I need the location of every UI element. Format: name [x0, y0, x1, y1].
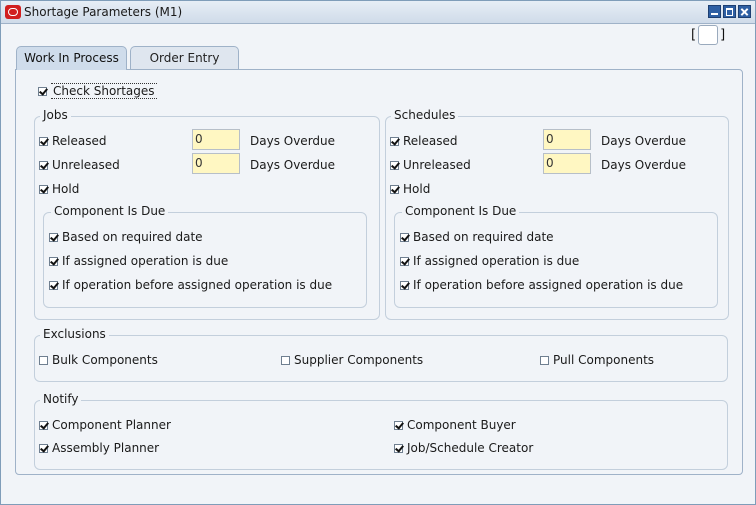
check-shortages-checkbox[interactable]: Check Shortages: [38, 83, 157, 99]
schedules-released-label: Released: [403, 134, 458, 148]
supplier-components-checkbox[interactable]: Supplier Components: [281, 353, 423, 367]
exclusions-group: Exclusions Bulk Components Supplier Comp…: [34, 327, 728, 382]
checkbox-label: Job/Schedule Creator: [407, 441, 534, 455]
checkbox-label: Based on required date: [413, 230, 554, 244]
schedules-hold-checkbox[interactable]: Hold: [390, 182, 430, 196]
checkbox-check-icon: [400, 232, 409, 242]
checkbox-check-icon: [39, 420, 48, 430]
notify-group-title: Notify: [40, 392, 82, 406]
checkbox-label: Assembly Planner: [52, 441, 160, 455]
checkbox-check-icon: [38, 86, 47, 96]
schedules-if-assigned-operation-due-checkbox[interactable]: If assigned operation is due: [400, 254, 579, 268]
schedules-group: Schedules Released 0 Days Overdue Unrele…: [385, 108, 729, 320]
jobs-group: Jobs Released 0 Days Overdue Unreleased …: [34, 108, 380, 320]
checkbox-check-icon: [49, 280, 58, 290]
component-buyer-checkbox[interactable]: Component Buyer: [394, 418, 516, 432]
checkbox-label: Pull Components: [553, 353, 655, 367]
checkbox-icon: [540, 355, 549, 365]
days-overdue-label: Days Overdue: [250, 158, 336, 172]
bracket-right: ]: [720, 27, 726, 43]
job-schedule-creator-checkbox[interactable]: Job/Schedule Creator: [394, 441, 533, 455]
checkbox-label: If assigned operation is due: [413, 254, 580, 268]
checkbox-icon: [39, 355, 48, 365]
checkbox-label: If operation before assigned operation i…: [62, 278, 333, 292]
component-due-title: Component Is Due: [402, 204, 520, 218]
schedules-component-due-group: Component Is Due Based on required date …: [394, 204, 718, 308]
schedules-released-days-input[interactable]: 0: [543, 129, 591, 150]
window-title: Shortage Parameters (M1): [24, 5, 183, 19]
days-overdue-label: Days Overdue: [601, 158, 687, 172]
jobs-released-checkbox[interactable]: Released: [39, 134, 107, 148]
checkbox-label: Bulk Components: [52, 353, 158, 367]
jobs-if-operation-before-due-checkbox[interactable]: If operation before assigned operation i…: [49, 278, 332, 292]
schedules-unreleased-checkbox[interactable]: Unreleased: [390, 158, 471, 172]
oracle-logo-icon: [5, 5, 21, 19]
jobs-component-due-group: Component Is Due Based on required date …: [43, 204, 367, 308]
checkbox-check-icon: [400, 256, 409, 266]
checkbox-label: If operation before assigned operation i…: [413, 278, 684, 292]
schedules-group-title: Schedules: [391, 108, 459, 122]
days-overdue-label: Days Overdue: [601, 134, 687, 148]
tab-work-in-process[interactable]: Work In Process: [16, 46, 127, 70]
checkbox-check-icon: [39, 136, 48, 146]
days-overdue-label: Days Overdue: [250, 134, 336, 148]
schedules-hold-label: Hold: [403, 182, 431, 196]
jobs-unreleased-checkbox[interactable]: Unreleased: [39, 158, 120, 172]
checkbox-label: Based on required date: [62, 230, 203, 244]
component-planner-checkbox[interactable]: Component Planner: [39, 418, 171, 432]
checkbox-check-icon: [390, 160, 399, 170]
check-shortages-label: Check Shortages: [51, 83, 157, 99]
context-input[interactable]: [698, 25, 719, 45]
checkbox-check-icon: [39, 443, 48, 453]
exclusions-group-title: Exclusions: [40, 327, 109, 341]
assembly-planner-checkbox[interactable]: Assembly Planner: [39, 441, 159, 455]
checkbox-check-icon: [49, 232, 58, 242]
checkbox-icon: [281, 355, 290, 365]
maximize-button[interactable]: [723, 5, 736, 18]
checkbox-check-icon: [394, 443, 403, 453]
tab-order-entry[interactable]: Order Entry: [130, 46, 239, 69]
minimize-button[interactable]: [708, 5, 721, 18]
checkbox-label: If assigned operation is due: [62, 254, 229, 268]
schedules-released-checkbox[interactable]: Released: [390, 134, 458, 148]
checkbox-check-icon: [39, 160, 48, 170]
checkbox-check-icon: [390, 136, 399, 146]
title-bar: Shortage Parameters (M1): [1, 1, 755, 24]
schedules-unreleased-label: Unreleased: [403, 158, 471, 172]
jobs-if-assigned-operation-due-checkbox[interactable]: If assigned operation is due: [49, 254, 228, 268]
work-in-process-panel: Check Shortages Jobs Released 0 Days Ove…: [15, 69, 743, 475]
jobs-based-on-required-date-checkbox[interactable]: Based on required date: [49, 230, 203, 244]
jobs-group-title: Jobs: [40, 108, 71, 122]
shortage-parameters-window: Shortage Parameters (M1) [] Work In Proc…: [0, 0, 756, 505]
schedules-if-operation-before-due-checkbox[interactable]: If operation before assigned operation i…: [400, 278, 683, 292]
checkbox-check-icon: [394, 420, 403, 430]
jobs-released-days-input[interactable]: 0: [192, 129, 240, 150]
component-due-title: Component Is Due: [51, 204, 169, 218]
checkbox-label: Supplier Components: [294, 353, 424, 367]
checkbox-check-icon: [49, 256, 58, 266]
pull-components-checkbox[interactable]: Pull Components: [540, 353, 654, 367]
jobs-hold-checkbox[interactable]: Hold: [39, 182, 79, 196]
checkbox-check-icon: [39, 184, 48, 194]
checkbox-label: Component Planner: [52, 418, 171, 432]
close-button[interactable]: [738, 5, 751, 18]
checkbox-label: Component Buyer: [407, 418, 516, 432]
checkbox-check-icon: [400, 280, 409, 290]
jobs-unreleased-label: Unreleased: [52, 158, 120, 172]
bulk-components-checkbox[interactable]: Bulk Components: [39, 353, 158, 367]
schedules-based-on-required-date-checkbox[interactable]: Based on required date: [400, 230, 554, 244]
jobs-unreleased-days-input[interactable]: 0: [192, 153, 240, 174]
jobs-hold-label: Hold: [52, 182, 80, 196]
jobs-released-label: Released: [52, 134, 107, 148]
notify-group: Notify Component Planner Component Buyer…: [34, 392, 728, 470]
checkbox-check-icon: [390, 184, 399, 194]
bracket-left: [: [691, 27, 697, 43]
schedules-unreleased-days-input[interactable]: 0: [543, 153, 591, 174]
context-field: []: [691, 25, 725, 45]
